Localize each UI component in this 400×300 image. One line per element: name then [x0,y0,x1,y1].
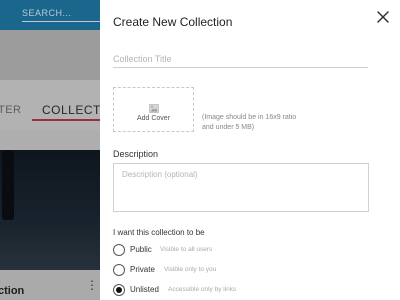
radio-button-private[interactable] [113,264,125,276]
visibility-option-hint: Accessible only by links [168,286,237,293]
cover-size-hint: (Image should be in 16x9 ratio and under… [202,114,297,131]
visibility-option-label: Public [130,245,152,254]
visibility-label: I want this collection to be [113,228,205,237]
add-cover-button[interactable]: Add Cover [113,87,194,132]
visibility-option-public[interactable]: Public Visible to all users [113,243,233,257]
radio-button-public[interactable] [113,244,125,256]
visibility-option-unlisted[interactable]: Unlisted Accessible only by links [113,283,253,297]
visibility-option-hint: Visible only to you [164,266,217,273]
visibility-option-label: Unlisted [130,285,159,294]
description-label: Description [113,149,159,159]
background-page: SEARCH... TER COLLECTION ction ⋮ [0,0,100,300]
close-icon[interactable] [373,7,393,27]
visibility-option-label: Private [130,265,155,274]
collection-title-input[interactable] [113,50,368,68]
create-collection-panel: Create New Collection Add Cover (Image s… [100,0,400,300]
description-textarea[interactable] [113,163,369,212]
panel-title: Create New Collection [113,15,233,29]
visibility-option-hint: Visible to all users [160,246,213,253]
visibility-option-private[interactable]: Private Visible only to you [113,263,233,277]
add-cover-label: Add Cover [136,115,171,122]
radio-button-unlisted[interactable] [113,284,125,296]
background-overlay [0,0,100,300]
